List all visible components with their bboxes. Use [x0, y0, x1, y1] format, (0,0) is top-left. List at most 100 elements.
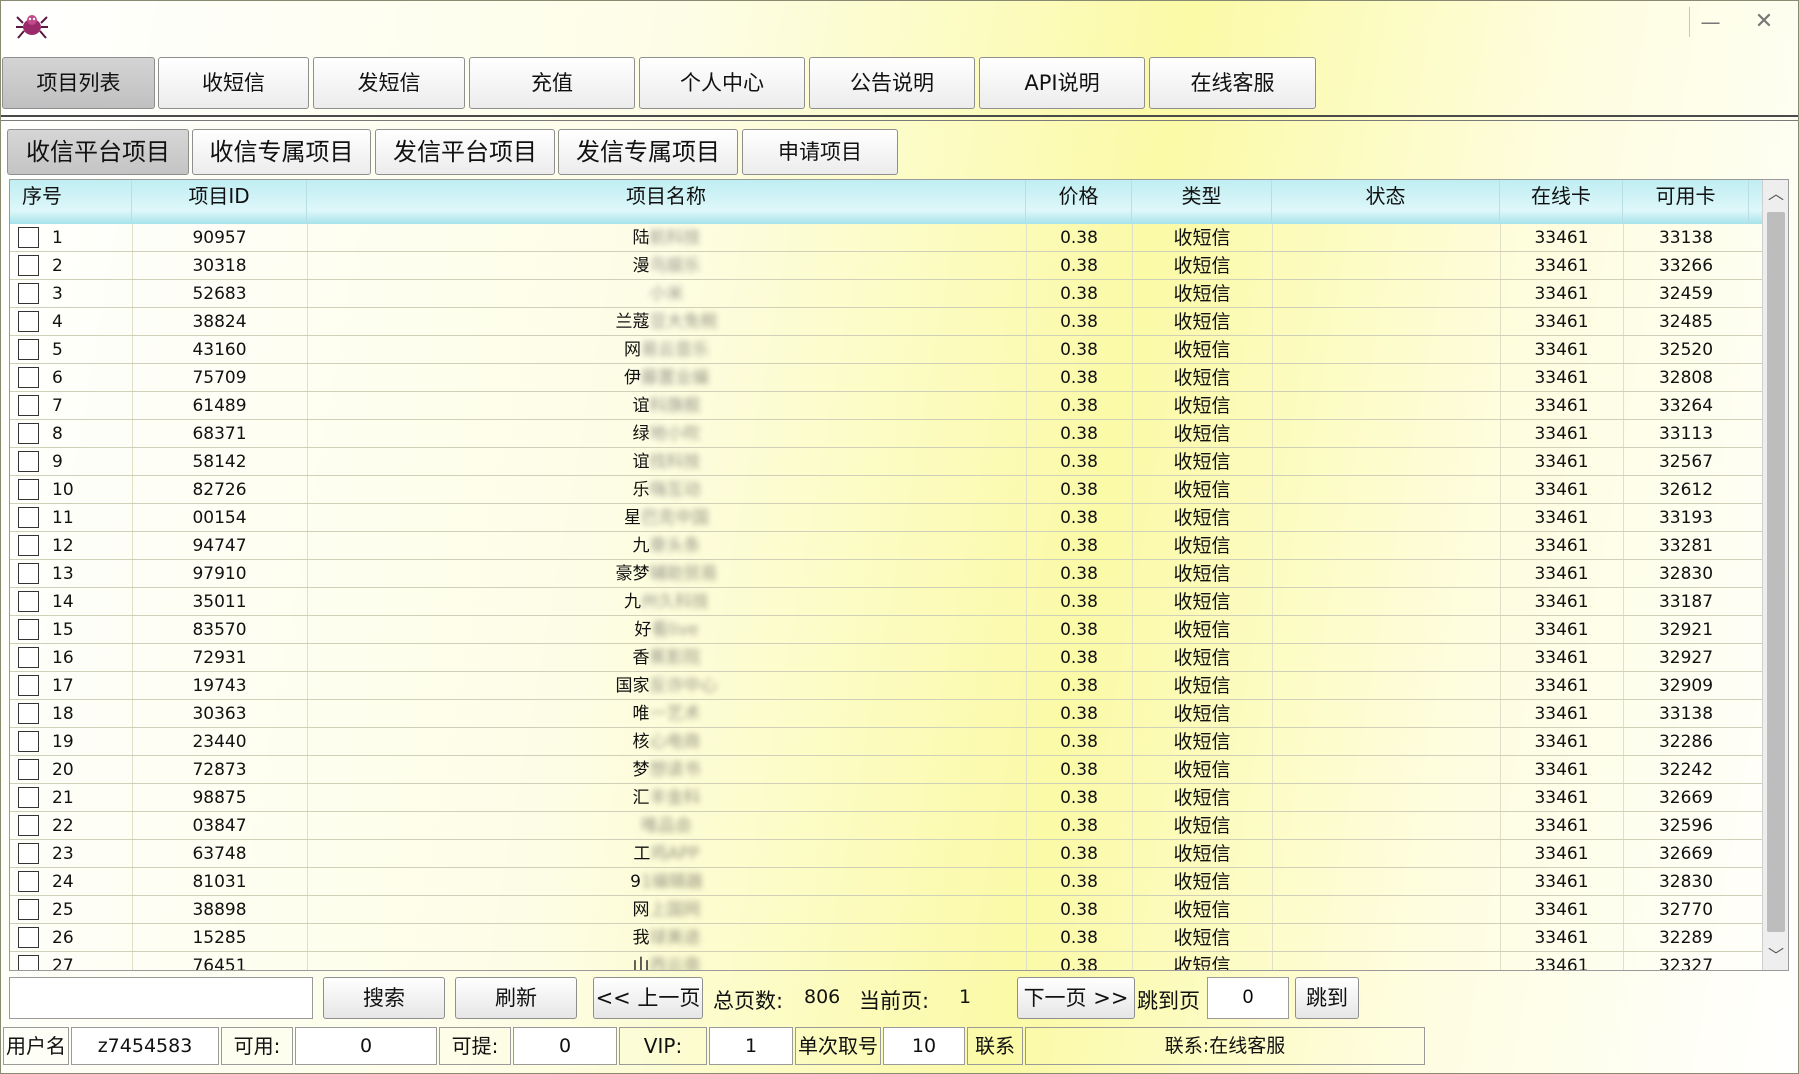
project-name: 核心电商 [307, 728, 1026, 756]
project-name: 好看live [307, 616, 1026, 644]
scrollbar-thumb[interactable] [1767, 212, 1785, 932]
table-row[interactable]: 23 63748 工鸡APP 0.38 收短信 33461 32669 [10, 840, 1762, 868]
project-type: 收短信 [1173, 787, 1231, 809]
row-checkbox[interactable] [18, 591, 39, 612]
table-row[interactable]: 21 98875 汇丰金科 0.38 收短信 33461 32669 [10, 784, 1762, 812]
col-header-price[interactable]: 价格 [1026, 180, 1132, 224]
table-row[interactable]: 7 61489 谊科旗舰 0.38 收短信 33461 33264 [10, 392, 1762, 420]
row-checkbox[interactable] [18, 619, 39, 640]
tab-project-list[interactable]: 项目列表 [2, 57, 155, 109]
col-header-status[interactable]: 状态 [1272, 180, 1500, 224]
row-checkbox[interactable] [18, 843, 39, 864]
row-checkbox[interactable] [18, 367, 39, 388]
vertical-scrollbar[interactable]: ︿ ﹀ [1762, 180, 1788, 970]
tab-announcements[interactable]: 公告说明 [809, 57, 975, 109]
available-cards: 32669 [1658, 844, 1714, 864]
row-checkbox[interactable] [18, 227, 39, 248]
subtab-send-exclusive[interactable]: 发信专属项目 [558, 129, 738, 175]
available-value: 0 [295, 1027, 437, 1065]
subtab-receive-exclusive[interactable]: 收信专属项目 [192, 129, 371, 175]
row-checkbox[interactable] [18, 507, 39, 528]
subtab-send-platform[interactable]: 发信平台项目 [375, 129, 555, 175]
table-row[interactable]: 12 94747 九章头条 0.38 收短信 33461 33281 [10, 532, 1762, 560]
tab-user-center[interactable]: 个人中心 [639, 57, 805, 109]
row-checkbox[interactable] [18, 731, 39, 752]
row-checkbox[interactable] [18, 759, 39, 780]
col-header-id[interactable]: 项目ID [132, 180, 307, 224]
table-row[interactable]: 8 68371 绿地小吹 0.38 收短信 33461 33113 [10, 420, 1762, 448]
table-row[interactable]: 16 72931 香蕉影院 0.38 收短信 33461 32927 [10, 644, 1762, 672]
table-row[interactable]: 19 23440 核心电商 0.38 收短信 33461 32286 [10, 728, 1762, 756]
col-header-online[interactable]: 在线卡 [1500, 180, 1623, 224]
table-row[interactable]: 13 97910 豪梦辅助贸易 0.38 收短信 33461 32830 [10, 560, 1762, 588]
subtab-receive-platform[interactable]: 收信平台项目 [7, 129, 189, 175]
search-button[interactable]: 搜索 [323, 977, 445, 1019]
row-checkbox[interactable] [18, 423, 39, 444]
tab-online-support[interactable]: 在线客服 [1149, 57, 1316, 109]
jump-page-input[interactable] [1207, 977, 1289, 1019]
jump-button[interactable]: 跳到 [1295, 977, 1359, 1019]
table-row[interactable]: 10 82726 乐嗨互动 0.38 收短信 33461 32612 [10, 476, 1762, 504]
col-header-available[interactable]: 可用卡 [1623, 180, 1749, 224]
available-cards: 33138 [1658, 228, 1714, 248]
col-header-type[interactable]: 类型 [1132, 180, 1272, 224]
table-row[interactable]: 9 58142 谊找科技 0.38 收短信 33461 32567 [10, 448, 1762, 476]
contact-value[interactable]: 联系:在线客服 [1025, 1027, 1425, 1065]
table-row[interactable]: 22 03847 唯品会 0.38 收短信 33461 32596 [10, 812, 1762, 840]
row-checkbox[interactable] [18, 647, 39, 668]
table-row[interactable]: 3 52683 小米 0.38 收短信 33461 32459 [10, 280, 1762, 308]
row-checkbox[interactable] [18, 339, 39, 360]
project-name-visible: 汇 [632, 788, 650, 808]
table-row[interactable]: 5 43160 网易云音乐 0.38 收短信 33461 32520 [10, 336, 1762, 364]
table-row[interactable]: 2 30318 漫鸟娱乐 0.38 收短信 33461 33266 [10, 252, 1762, 280]
col-header-no[interactable]: 序号 [10, 180, 132, 224]
row-checkbox[interactable] [18, 955, 39, 970]
table-row[interactable]: 20 72873 梦想读书 0.38 收短信 33461 32242 [10, 756, 1762, 784]
table-row[interactable]: 6 75709 伊藤置业编 0.38 收短信 33461 32808 [10, 364, 1762, 392]
scroll-down-arrow-icon[interactable]: ﹀ [1763, 942, 1788, 970]
row-checkbox[interactable] [18, 927, 39, 948]
table-row[interactable]: 26 15285 我球美途 0.38 收短信 33461 32289 [10, 924, 1762, 952]
table-row[interactable]: 1 90957 陆航科技 0.38 收短信 33461 33138 [10, 224, 1762, 252]
table-row[interactable]: 25 38898 网上国网 0.38 收短信 33461 32770 [10, 896, 1762, 924]
row-checkbox[interactable] [18, 535, 39, 556]
row-checkbox[interactable] [18, 787, 39, 808]
search-input[interactable] [9, 977, 313, 1019]
minimize-button[interactable]: — [1689, 7, 1731, 37]
row-checkbox[interactable] [18, 395, 39, 416]
close-button[interactable]: ✕ [1743, 7, 1785, 37]
tab-recharge[interactable]: 充值 [469, 57, 635, 109]
row-checkbox[interactable] [18, 815, 39, 836]
table-row[interactable]: 17 19743 国家反诈中心 0.38 收短信 33461 32909 [10, 672, 1762, 700]
table-row[interactable]: 14 35011 九州久科技 0.38 收短信 33461 33187 [10, 588, 1762, 616]
tab-api-docs[interactable]: API说明 [979, 57, 1145, 109]
row-checkbox[interactable] [18, 703, 39, 724]
row-checkbox[interactable] [18, 675, 39, 696]
scroll-up-arrow-icon[interactable]: ︿ [1763, 180, 1788, 208]
online-cards: 33461 [1534, 956, 1589, 971]
online-cards: 33461 [1534, 620, 1589, 640]
tab-receive-sms[interactable]: 收短信 [158, 57, 309, 109]
row-checkbox[interactable] [18, 255, 39, 276]
project-name-redacted: 想读书 [649, 760, 701, 780]
row-checkbox[interactable] [18, 563, 39, 584]
row-checkbox[interactable] [18, 311, 39, 332]
row-checkbox[interactable] [18, 871, 39, 892]
table-row[interactable]: 15 83570 好看live 0.38 收短信 33461 32921 [10, 616, 1762, 644]
tab-send-sms[interactable]: 发短信 [313, 57, 465, 109]
project-price: 0.38 [1060, 760, 1098, 780]
table-row[interactable]: 24 81031 91编辑器 0.38 收短信 33461 32830 [10, 868, 1762, 896]
table-row[interactable]: 18 30363 唯一艺术 0.38 收短信 33461 33138 [10, 700, 1762, 728]
subtab-apply-project[interactable]: 申请项目 [742, 129, 898, 175]
next-page-button[interactable]: 下一页 >> [1017, 977, 1135, 1019]
table-row[interactable]: 27 76451 山西云南 0.38 收短信 33461 32327 [10, 952, 1762, 971]
col-header-name[interactable]: 项目名称 [307, 180, 1026, 224]
row-checkbox[interactable] [18, 899, 39, 920]
refresh-button[interactable]: 刷新 [455, 977, 577, 1019]
row-checkbox[interactable] [18, 479, 39, 500]
row-checkbox[interactable] [18, 451, 39, 472]
row-checkbox[interactable] [18, 283, 39, 304]
prev-page-button[interactable]: << 上一页 [593, 977, 703, 1019]
table-row[interactable]: 11 00154 星巴克中国 0.38 收短信 33461 33193 [10, 504, 1762, 532]
table-row[interactable]: 4 38824 兰蔻豆大免税 0.38 收短信 33461 32485 [10, 308, 1762, 336]
